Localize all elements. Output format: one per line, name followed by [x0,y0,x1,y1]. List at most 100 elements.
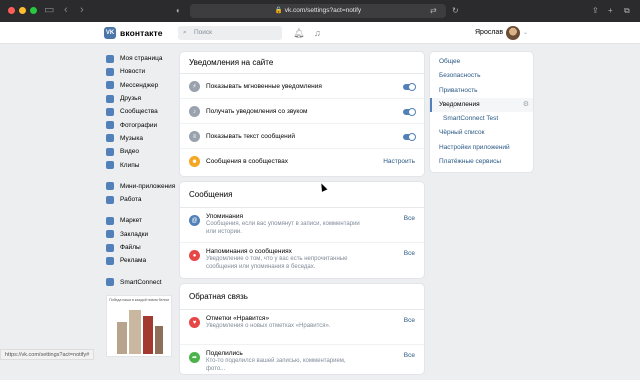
mini-apps-icon [106,182,114,191]
news-icon [106,67,114,76]
all-link[interactable]: Все [404,215,415,222]
back-arrow-icon[interactable]: ‹ [64,4,68,17]
all-link[interactable]: Все [404,317,415,324]
menu-item-news[interactable]: Новости [106,65,176,78]
show-message-text-toggle[interactable] [403,134,415,140]
user-name[interactable]: Ярослав [475,29,503,36]
user-icon [106,54,114,63]
browser-toolbar: ▭ ‹ › ◐ 🔒 vk.com/settings?act=notify ⇄ ↻… [0,0,640,22]
menu-item-friends[interactable]: Друзья [106,92,176,105]
setting-row[interactable]: @ Упоминания Сообщения, если вас упомяну… [180,208,424,243]
sound-notifications-toggle[interactable] [403,109,415,115]
menu-item-music[interactable]: Музыка [106,132,176,145]
music-icon[interactable]: ♫ [314,26,321,40]
gear-icon[interactable]: ⚙ [523,98,529,112]
lightning-icon: ⚡︎ [189,81,200,92]
setting-row[interactable]: ≡ Показывать текст сообщений [180,124,424,149]
all-link[interactable]: Все [404,352,415,359]
settings-nav-smartconnect[interactable]: SmartConnect Test [430,112,533,126]
setting-row[interactable]: ♥ Отметки «Нравится» Уведомления о новых… [180,310,424,345]
menu-item-clips[interactable]: Клипы [106,158,176,171]
setting-label: Показывать текст сообщений [206,133,295,140]
settings-nav-payments[interactable]: Платёжные сервисы [430,155,533,169]
vk-logo-icon[interactable]: VK [104,27,116,39]
settings-nav-security[interactable]: Безопасность [430,69,533,83]
bell-icon[interactable]: 🔔︎ [293,26,304,40]
setting-row[interactable]: ⚡︎ Показывать мгновенные уведомления [180,74,424,99]
setting-description: Сообщения, если вас упомянут в записи, к… [206,221,360,235]
settings-nav: Общее Безопасность Приватность Уведомлен… [430,52,533,173]
ads-icon [106,256,114,265]
music-note-icon [106,134,114,143]
reload-icon[interactable]: ↻ [452,5,459,17]
smartconnect-icon [106,278,114,287]
setting-label: Сообщения в сообществах [206,158,288,165]
video-icon [106,147,114,156]
settings-nav-privacy[interactable]: Приватность [430,84,533,98]
search-icon: ⌕ [183,29,187,36]
share-arrow-icon: ➦ [189,352,200,363]
menu-item-photos[interactable]: Фотографии [106,118,176,131]
settings-nav-blacklist[interactable]: Чёрный список [430,126,533,140]
setting-label: Показывать мгновенные уведомления [206,83,322,90]
search-input[interactable]: ⌕ Поиск [178,26,282,40]
left-menu: Моя страница Новости Мессенджер Друзья С… [106,52,176,289]
tab-overview-icon[interactable]: ⧉ [624,5,630,17]
text-lines-icon: ≡ [189,131,200,142]
status-bar-url: https://vk.com/settings?act=notify# [0,349,95,360]
settings-nav-app-settings[interactable]: Настройки приложений [430,141,533,155]
setting-description: Кто-то поделился вашей записью, коммента… [206,358,346,372]
setting-label: Получать уведомления со звуком [206,108,308,115]
menu-item-market[interactable]: Маркет [106,214,176,227]
friends-icon [106,94,114,103]
reminder-icon: ● [189,250,200,261]
share-icon[interactable]: ⇪ [592,5,599,17]
translate-icon[interactable]: ⇄ [430,5,437,17]
address-bar[interactable]: 🔒 vk.com/settings?act=notify [190,4,446,18]
menu-item-files[interactable]: Файлы [106,241,176,254]
setting-label: Поделились [206,350,243,357]
configure-link[interactable]: Настроить [383,158,415,165]
setting-description: Уведомления о новых отметках «Нравится». [206,323,331,329]
card-title: Уведомления на сайте [180,52,424,74]
settings-nav-notifications[interactable]: Уведомления ⚙ [430,97,533,113]
speaker-icon: ♪ [189,106,200,117]
photo-icon [106,121,114,130]
card-title: Обратная связь [180,284,424,310]
menu-item-mini-apps[interactable]: Мини-приложения [106,180,176,193]
setting-row[interactable]: ● Напоминания о сообщениях Уведомление о… [180,243,424,278]
ad-banner[interactable]: Победа наша в каждой новом белом [106,295,172,357]
forward-arrow-icon[interactable]: › [80,4,84,17]
sidebar-toggle-icon[interactable]: ▭ [44,4,54,17]
new-tab-icon[interactable]: + [608,5,613,17]
zoom-window-button[interactable] [30,7,37,14]
minimize-window-button[interactable] [19,7,26,14]
settings-nav-general[interactable]: Общее [430,55,533,69]
market-icon [106,216,114,225]
instant-notifications-toggle[interactable] [403,84,415,90]
chevron-down-icon[interactable]: ⌄ [523,29,528,36]
menu-item-smartconnect[interactable]: SmartConnect [106,275,176,288]
settings-nav-label: Уведомления [439,100,480,108]
at-sign-icon: @ [189,215,200,226]
site-logo-text[interactable]: вконтакте [120,28,163,38]
menu-divider [106,172,176,180]
close-window-button[interactable] [8,7,15,14]
messages-card: Сообщения @ Упоминания Сообщения, если в… [180,182,424,278]
avatar[interactable] [506,26,520,40]
all-link[interactable]: Все [404,250,415,257]
file-icon [106,243,114,252]
search-placeholder: Поиск [194,29,213,36]
card-title: Сообщения [180,182,424,208]
menu-item-messenger[interactable]: Мессенджер [106,79,176,92]
menu-item-jobs[interactable]: Работа [106,193,176,206]
menu-item-ads[interactable]: Реклама [106,254,176,267]
privacy-shield-icon[interactable]: ◐ [176,5,181,17]
setting-row[interactable]: ♪ Получать уведомления со звуком [180,99,424,124]
menu-item-my-page[interactable]: Моя страница [106,52,176,65]
setting-row[interactable]: ☻ Сообщения в сообществах Настроить [180,149,424,174]
menu-item-bookmarks[interactable]: Закладки [106,228,176,241]
menu-item-video[interactable]: Видео [106,145,176,158]
setting-row[interactable]: ➦ Поделились Кто-то поделился вашей запи… [180,345,424,380]
menu-item-communities[interactable]: Сообщества [106,105,176,118]
